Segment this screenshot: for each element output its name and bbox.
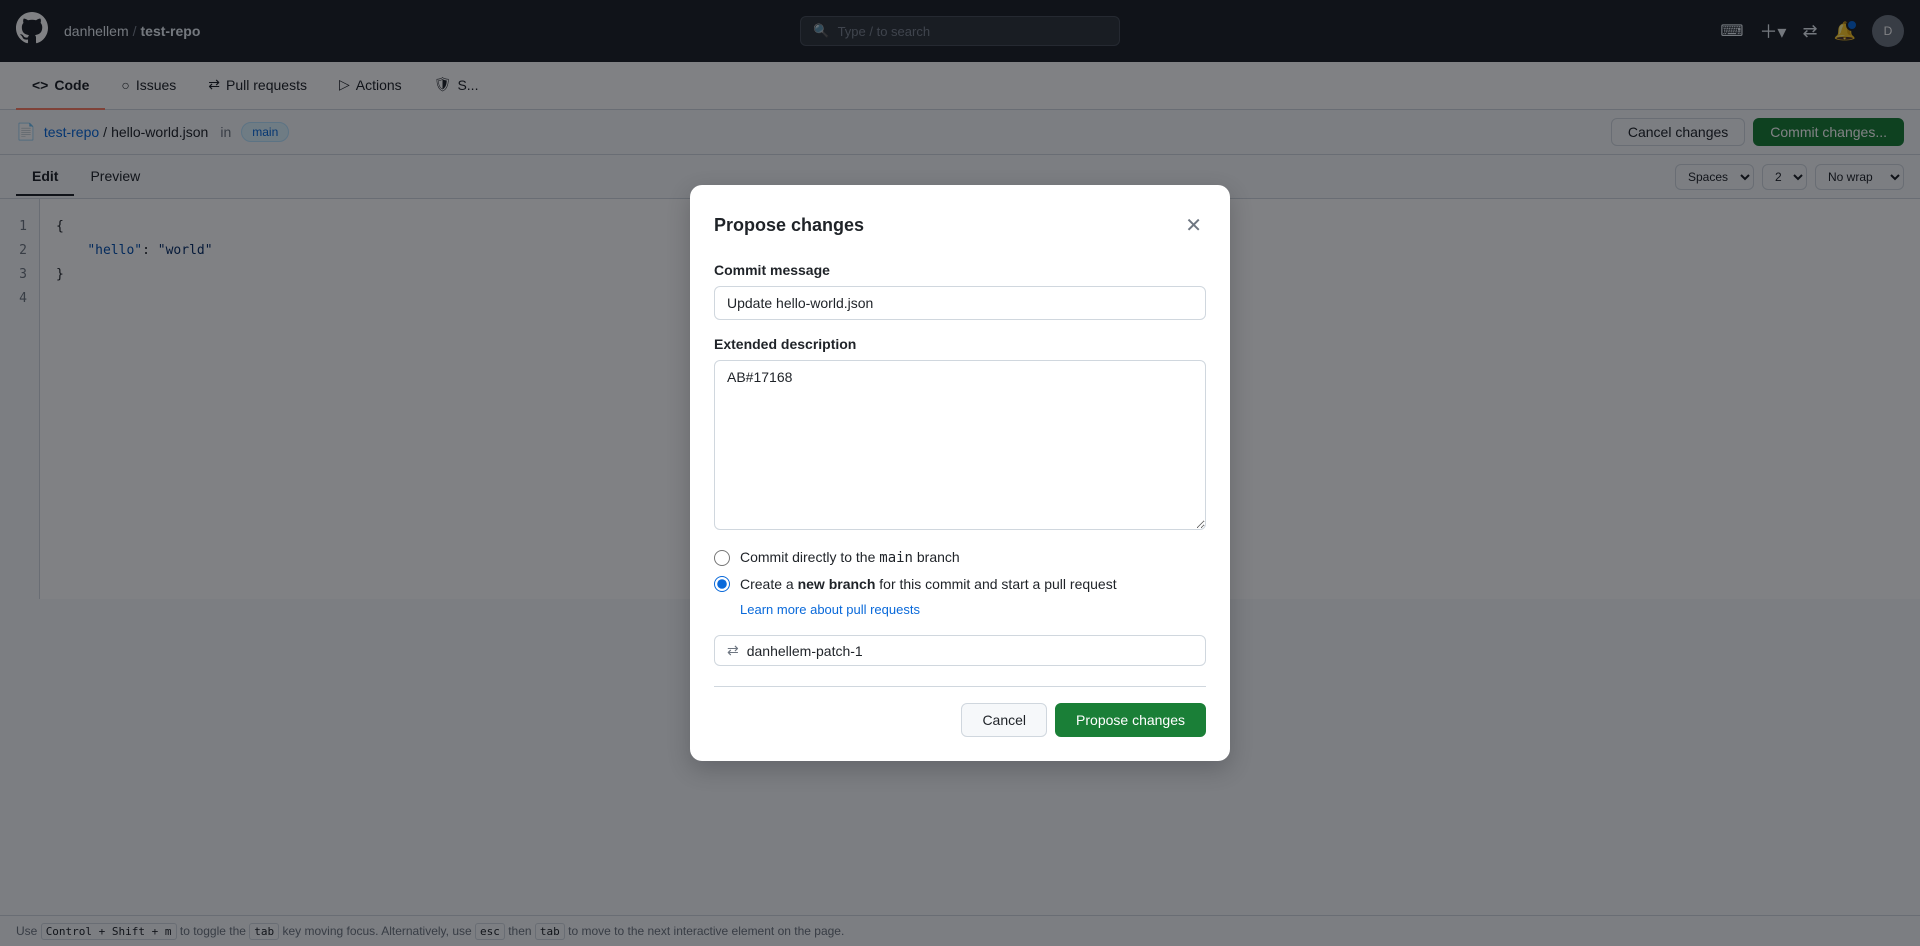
commit-options-group: Commit directly to the main branch Creat… [714, 549, 1206, 666]
modal-footer: Cancel Propose changes [714, 686, 1206, 737]
extended-description-label: Extended description [714, 336, 1206, 352]
branch-name-wrapper: ⇄ [714, 635, 1206, 666]
propose-changes-button[interactable]: Propose changes [1055, 703, 1206, 737]
modal-title: Propose changes [714, 215, 864, 236]
branch-name-input[interactable] [747, 643, 1193, 659]
cancel-button[interactable]: Cancel [961, 703, 1047, 737]
commit-message-label: Commit message [714, 262, 1206, 278]
create-branch-radio[interactable] [714, 576, 730, 592]
propose-changes-modal: Propose changes ✕ Commit message Extende… [690, 185, 1230, 761]
create-branch-label: Create a new branch for this commit and … [740, 576, 1117, 592]
modal-overlay: Propose changes ✕ Commit message Extende… [0, 0, 1920, 946]
branch-icon: ⇄ [727, 642, 739, 659]
commit-message-input[interactable] [714, 286, 1206, 320]
create-branch-option[interactable]: Create a new branch for this commit and … [714, 576, 1206, 592]
commit-directly-label: Commit directly to the main branch [740, 549, 960, 566]
modal-close-button[interactable]: ✕ [1181, 209, 1206, 242]
extended-description-group: Extended description AB#17168 [714, 336, 1206, 533]
extended-description-textarea[interactable]: AB#17168 [714, 360, 1206, 530]
commit-directly-option[interactable]: Commit directly to the main branch [714, 549, 1206, 566]
modal-header: Propose changes ✕ [714, 209, 1206, 242]
commit-message-group: Commit message [714, 262, 1206, 320]
commit-directly-radio[interactable] [714, 550, 730, 566]
learn-more-link[interactable]: Learn more about pull requests [740, 602, 1206, 617]
